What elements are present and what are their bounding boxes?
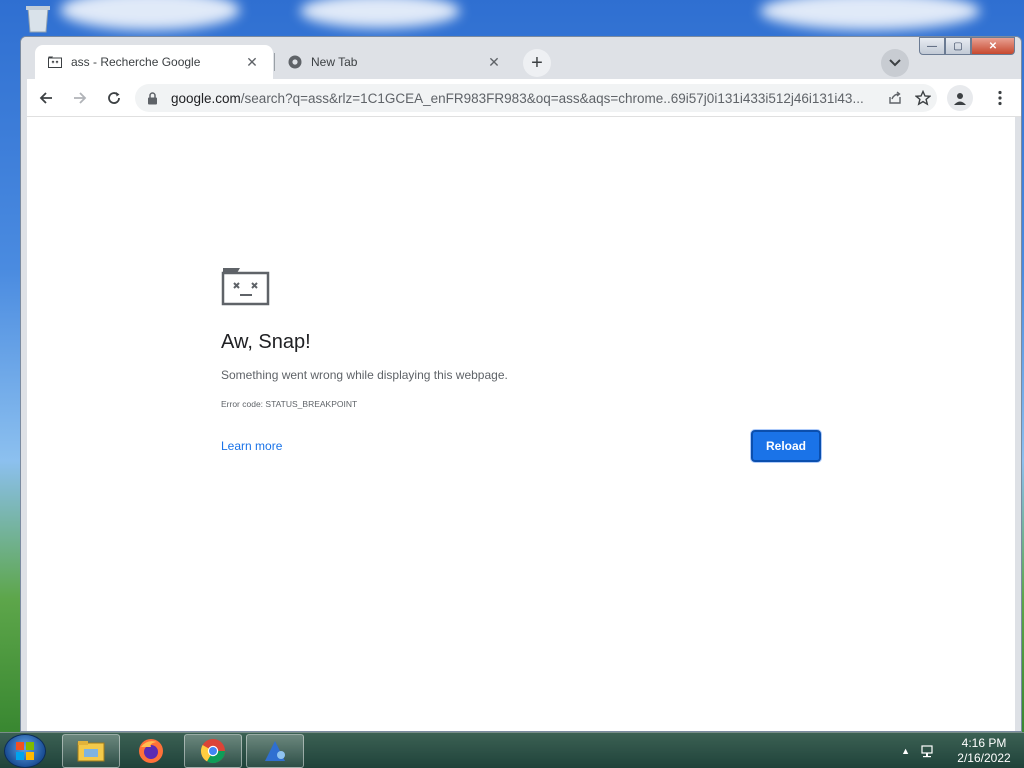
window-controls: — ▢ ✕ (919, 37, 1015, 55)
firefox-taskbar-icon[interactable] (122, 734, 180, 768)
clock[interactable]: 4:16 PM 2/16/2022 (944, 736, 1024, 766)
maximize-button[interactable]: ▢ (945, 37, 971, 55)
browser-window: ass - Recherche Google ✕ New Tab ✕ + — ▢… (20, 36, 1022, 732)
new-tab-button[interactable]: + (523, 49, 551, 77)
system-tray: ▲ 4:16 PM 2/16/2022 (901, 733, 1024, 768)
bookmark-star-icon[interactable] (909, 84, 937, 112)
taskbar: ▲ 4:16 PM 2/16/2022 (0, 732, 1024, 768)
url-text[interactable]: google.com/search?q=ass&rlz=1C1GCEA_enFR… (171, 91, 881, 106)
url-domain: google.com (171, 90, 241, 106)
start-button[interactable] (4, 734, 46, 768)
error-title: Aw, Snap! (221, 331, 311, 353)
sky-cloud (760, 0, 980, 30)
close-window-button[interactable]: ✕ (971, 37, 1015, 55)
minimize-button[interactable]: — (919, 37, 945, 55)
clock-time: 4:16 PM (961, 736, 1007, 750)
forward-arrow-icon[interactable] (65, 83, 95, 113)
toolbar-right (947, 83, 1015, 113)
network-icon[interactable] (920, 743, 936, 759)
clock-date: 2/16/2022 (957, 751, 1011, 765)
profile-avatar-icon[interactable] (947, 85, 973, 111)
show-hidden-icons-icon[interactable]: ▲ (901, 746, 910, 756)
tab-new-tab[interactable]: New Tab ✕ (275, 45, 515, 79)
sad-folder-icon (221, 265, 271, 307)
reload-button[interactable]: Reload (751, 430, 821, 462)
windows-explorer-taskbar-icon[interactable] (62, 734, 120, 768)
chrome-taskbar-icon[interactable] (184, 734, 242, 768)
back-arrow-icon[interactable] (31, 83, 61, 113)
recycle-bin-icon[interactable] (20, 4, 56, 34)
tab-strip: ass - Recherche Google ✕ New Tab ✕ + — ▢… (21, 37, 1021, 79)
share-icon[interactable] (881, 84, 909, 112)
reload-icon[interactable] (99, 83, 129, 113)
tab-close-icon[interactable]: ✕ (485, 53, 503, 71)
error-message: Something went wrong while displaying th… (221, 368, 508, 382)
tab-title: New Tab (311, 55, 358, 69)
sky-cloud (60, 0, 240, 30)
error-code: Error code: STATUS_BREAKPOINT (221, 399, 358, 409)
page-content: Aw, Snap! Something went wrong while dis… (27, 117, 1015, 731)
tab-google-search[interactable]: ass - Recherche Google ✕ (35, 45, 273, 79)
lock-icon[interactable] (147, 91, 161, 105)
tab-close-icon[interactable]: ✕ (243, 53, 261, 71)
url-path: /search?q=ass&rlz=1C1GCEA_enFR983FR983&o… (240, 90, 864, 106)
learn-more-link[interactable]: Learn more (221, 439, 282, 453)
address-bar[interactable]: google.com/search?q=ass&rlz=1C1GCEA_enFR… (135, 84, 937, 112)
chrome-favicon-icon (287, 54, 303, 70)
sky-cloud (300, 0, 460, 28)
sad-tab-favicon-icon (47, 54, 63, 70)
browser-toolbar: google.com/search?q=ass&rlz=1C1GCEA_enFR… (27, 79, 1021, 117)
app-taskbar-icon[interactable] (246, 734, 304, 768)
kebab-menu-icon[interactable] (985, 83, 1015, 113)
tab-search-chevron-icon[interactable] (881, 49, 909, 77)
tab-title: ass - Recherche Google (71, 55, 201, 69)
